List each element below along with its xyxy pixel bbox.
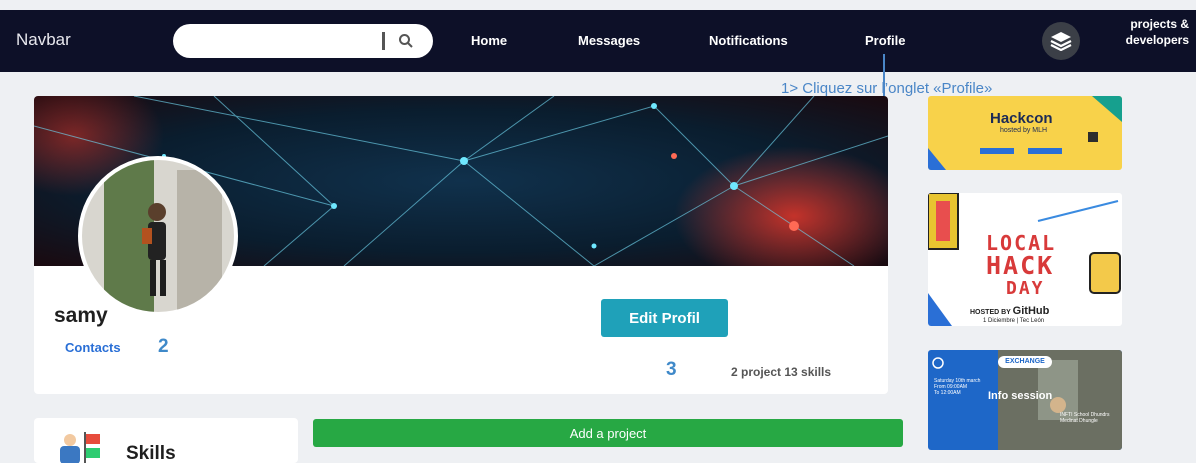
search-bar <box>173 24 433 58</box>
profile-card: samy Contacts 2 Edit Profil 3 2 project … <box>34 96 888 394</box>
annotation-step-3: 3 <box>666 359 677 380</box>
navbar-brand[interactable]: Navbar <box>16 30 71 50</box>
local-hack-day-banner[interactable]: LOCAL HACK DAY HOSTED BY GitHub 1 Diciem… <box>928 193 1122 326</box>
nav-messages[interactable]: Messages <box>578 33 640 48</box>
contacts-link[interactable]: Contacts <box>65 340 121 355</box>
info-location-2: Medinat Dhungle <box>1060 418 1098 424</box>
lhd-hosted-by: HOSTED BY <box>970 309 1011 316</box>
navbar: Navbar Home Messages Notifications Profi… <box>0 10 1196 72</box>
lhd-line3: DAY <box>1006 278 1045 299</box>
nav-home[interactable]: Home <box>471 33 507 48</box>
info-session-banner[interactable]: EXCHANGE Saturday 10th march From 09:00A… <box>928 350 1122 450</box>
skills-card: Skills <box>34 418 298 463</box>
info-brand: EXCHANGE <box>998 356 1052 368</box>
info-title: Info session <box>988 390 1053 402</box>
lhd-date: 1 Diciembre | Tec León <box>983 318 1045 324</box>
brand-text: projects & developers <box>1125 17 1189 47</box>
profile-stats: 2 project 13 skills <box>731 365 832 379</box>
lhd-host: GitHub <box>1012 305 1050 317</box>
annotation-profile-tab: 1> Cliquez sur l’onglet «Profile» <box>781 80 993 97</box>
nav-profile[interactable]: Profile <box>865 33 905 48</box>
search-divider <box>382 32 385 50</box>
hackcon-subtitle: hosted by MLH <box>1000 127 1048 134</box>
nav-notifications[interactable]: Notifications <box>709 33 788 48</box>
skills-icon <box>60 432 100 463</box>
hackcon-banner[interactable]: Hackcon hosted by MLH <box>928 96 1122 170</box>
avatar[interactable] <box>78 156 238 316</box>
search-input[interactable] <box>185 31 379 53</box>
edit-profile-button[interactable]: Edit Profil <box>601 299 728 337</box>
info-date-3: To 12:00AM <box>934 390 961 396</box>
lhd-line2: HACK <box>986 251 1055 280</box>
layers-logo-icon[interactable] <box>1042 22 1080 60</box>
hackcon-title: Hackcon <box>990 110 1053 127</box>
profile-name: samy <box>54 304 108 327</box>
skills-title: Skills <box>126 443 176 463</box>
annotation-step-2: 2 <box>158 336 169 357</box>
search-icon[interactable] <box>398 33 414 49</box>
add-project-button[interactable]: Add a project <box>313 419 903 447</box>
